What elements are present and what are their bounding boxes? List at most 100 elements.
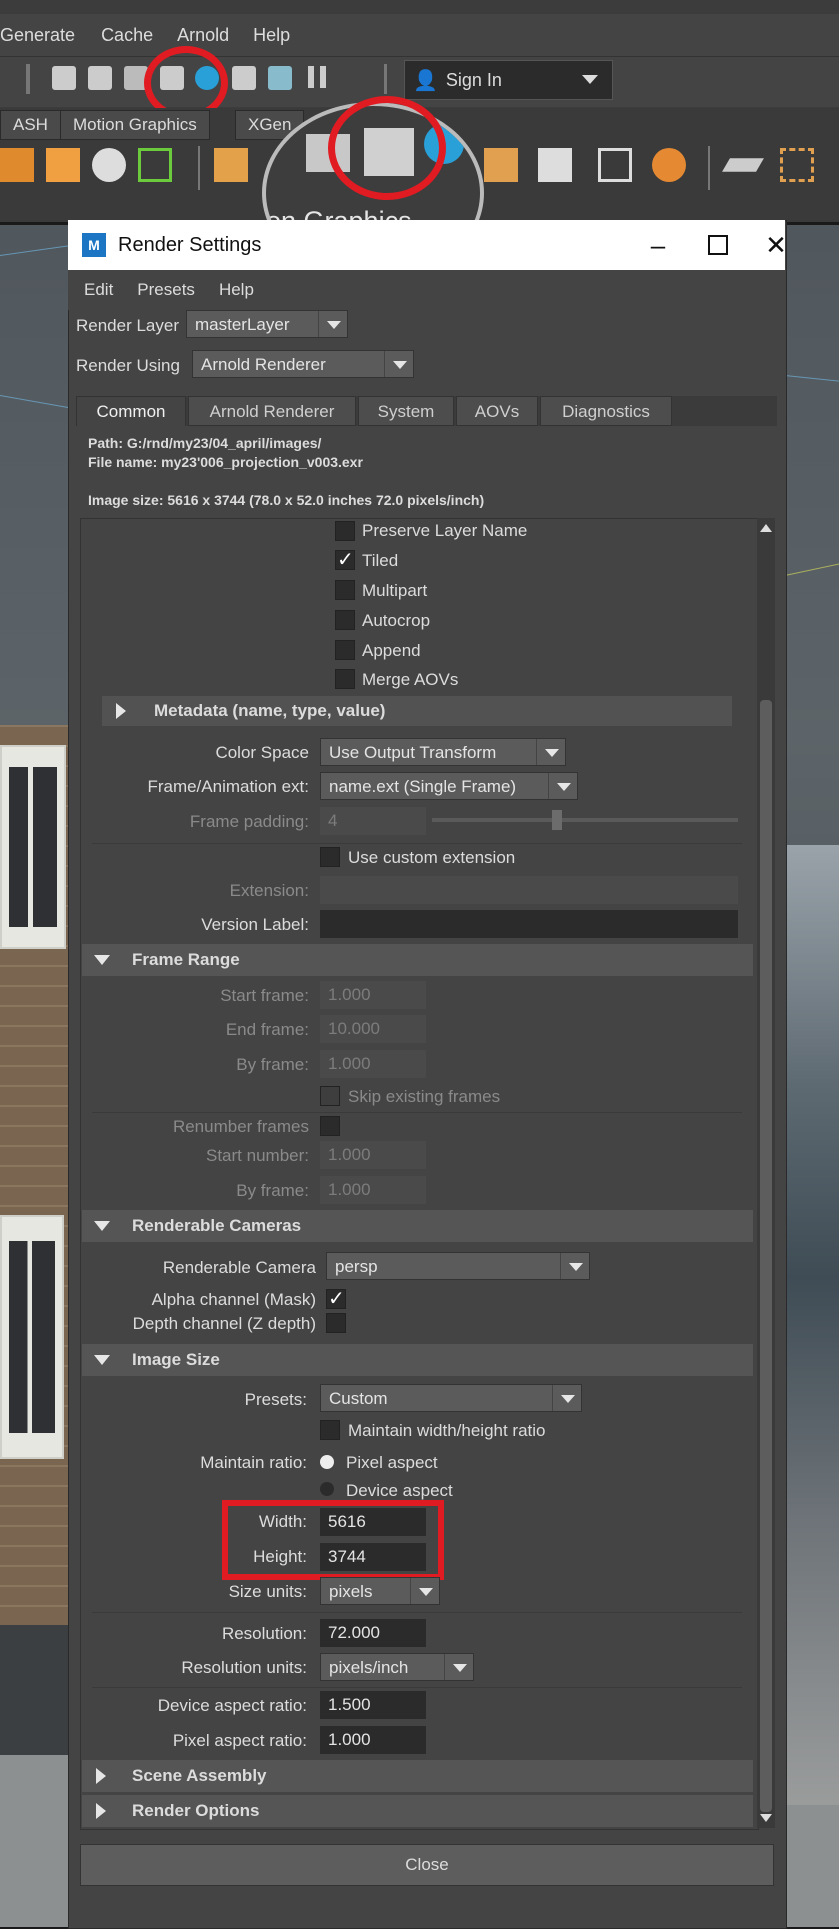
shelf-sphere-icon[interactable] xyxy=(652,148,686,182)
shelf-cube-icon[interactable] xyxy=(214,148,248,182)
shelf-crop-icon[interactable] xyxy=(780,148,814,182)
menu-help-dialog[interactable]: Help xyxy=(219,280,254,300)
maximize-icon xyxy=(708,235,728,255)
merge-aovs-checkbox[interactable] xyxy=(335,669,355,689)
maximize-button[interactable] xyxy=(688,220,748,270)
merge-aovs-label: Merge AOVs xyxy=(362,670,459,689)
maya-logo-icon: M xyxy=(82,233,106,257)
frame-ext-dropdown[interactable]: name.ext (Single Frame) xyxy=(320,772,578,800)
multipart-checkbox[interactable] xyxy=(335,580,355,600)
user-icon: 👤 xyxy=(413,69,438,92)
render-layer-dropdown[interactable]: masterLayer xyxy=(186,310,348,338)
image-size-section-header[interactable]: Image Size xyxy=(82,1344,753,1376)
menu-arnold[interactable]: Arnold xyxy=(177,25,229,46)
close-button[interactable]: Close xyxy=(80,1844,774,1886)
metadata-section-header[interactable]: Metadata (name, type, value) xyxy=(102,696,732,726)
renderable-camera-value: persp xyxy=(335,1257,378,1276)
renderable-cameras-section-header[interactable]: Renderable Cameras xyxy=(82,1210,753,1242)
autocrop-checkbox[interactable] xyxy=(335,610,355,630)
start-number-field[interactable]: 1.000 xyxy=(320,1141,426,1169)
append-checkbox[interactable] xyxy=(335,640,355,660)
menu-edit[interactable]: Edit xyxy=(84,280,113,300)
divider xyxy=(92,843,742,844)
alpha-channel-checkbox[interactable] xyxy=(326,1286,346,1311)
renumber-frames-checkbox[interactable] xyxy=(320,1116,340,1136)
render-layer-label: Render Layer xyxy=(76,316,180,335)
use-custom-extension-checkbox[interactable] xyxy=(320,847,340,867)
tab-arnold-renderer[interactable]: Arnold Renderer xyxy=(188,396,356,426)
renderable-camera-dropdown[interactable]: persp xyxy=(326,1252,590,1280)
device-aspect-radio[interactable] xyxy=(320,1482,334,1496)
shelf-box-icon[interactable] xyxy=(484,148,518,182)
tab-common[interactable]: Common xyxy=(76,396,186,426)
toolbar-separator xyxy=(26,64,30,94)
pixel-aspect-label: Pixel aspect xyxy=(346,1453,438,1472)
pixel-aspect-radio[interactable] xyxy=(320,1455,334,1469)
renumber-frames-label: Renumber frames xyxy=(172,1117,309,1136)
end-frame-field[interactable]: 10.000 xyxy=(320,1015,426,1043)
tiled-checkbox[interactable] xyxy=(335,547,355,572)
minimize-button[interactable]: – xyxy=(628,220,688,270)
scene-assembly-section-header[interactable]: Scene Assembly xyxy=(82,1760,753,1792)
tab-aovs[interactable]: AOVs xyxy=(456,396,538,426)
shelf-tab-ash[interactable]: ASH xyxy=(0,110,61,140)
resolution-units-dropdown[interactable]: pixels/inch xyxy=(320,1653,474,1681)
scroll-up-arrow[interactable] xyxy=(760,524,772,532)
render-options-section-header[interactable]: Render Options xyxy=(82,1795,753,1827)
by-frame-2-field[interactable]: 1.000 xyxy=(320,1176,426,1204)
presets-dropdown[interactable]: Custom xyxy=(320,1384,582,1412)
render-view-icon[interactable] xyxy=(52,66,76,90)
shelf-plane-icon[interactable] xyxy=(538,148,572,182)
render-layer-value: masterLayer xyxy=(195,315,290,334)
dialog-titlebar[interactable]: M Render Settings – ✕ xyxy=(68,220,787,270)
divider xyxy=(92,1612,742,1613)
maintain-wh-ratio-checkbox[interactable] xyxy=(320,1420,340,1440)
sign-in-dropdown[interactable]: 👤 Sign In xyxy=(404,60,613,100)
shelf-frame-icon[interactable] xyxy=(598,148,632,182)
close-window-button[interactable]: ✕ xyxy=(746,220,806,270)
tab-diagnostics[interactable]: Diagnostics xyxy=(540,396,672,426)
alpha-channel-label: Alpha channel (Mask) xyxy=(151,1290,316,1309)
resolution-field[interactable]: 72.000 xyxy=(320,1619,426,1647)
skip-existing-frames-checkbox[interactable] xyxy=(320,1086,340,1106)
frame-range-title: Frame Range xyxy=(132,950,240,969)
by-frame-field[interactable]: 1.000 xyxy=(320,1050,426,1078)
device-aspect-ratio-field[interactable]: 1.500 xyxy=(320,1691,426,1719)
color-space-dropdown[interactable]: Use Output Transform xyxy=(320,738,566,766)
scroll-down-arrow[interactable] xyxy=(760,1814,772,1822)
landscape-right xyxy=(785,845,839,1805)
size-units-dropdown[interactable]: pixels xyxy=(320,1577,440,1605)
menu-cache[interactable]: Cache xyxy=(101,25,153,46)
start-frame-label: Start frame: xyxy=(220,986,309,1005)
shelf-bracket-icon[interactable] xyxy=(138,148,172,182)
shelf-grid-icon[interactable] xyxy=(46,148,80,182)
menu-generate[interactable]: Generate xyxy=(0,25,75,46)
triangle-down-icon xyxy=(94,955,110,965)
extension-field[interactable] xyxy=(320,876,738,904)
pixel-aspect-ratio-field[interactable]: 1.000 xyxy=(320,1726,426,1754)
resolution-units-value: pixels/inch xyxy=(329,1658,409,1677)
menu-presets[interactable]: Presets xyxy=(137,280,195,300)
render-frame-icon[interactable] xyxy=(88,66,112,90)
metadata-label: Metadata (name, type, value) xyxy=(154,701,386,720)
pause-icon[interactable] xyxy=(308,66,326,88)
arnold-icon[interactable] xyxy=(268,66,292,90)
frame-padding-slider-track[interactable] xyxy=(432,818,738,822)
shelf-rotate-icon[interactable] xyxy=(92,148,126,182)
triangle-down-icon xyxy=(94,1355,110,1365)
depth-channel-checkbox[interactable] xyxy=(326,1313,346,1333)
render-using-dropdown[interactable]: Arnold Renderer xyxy=(192,350,414,378)
shelf-grid-icon[interactable] xyxy=(0,148,34,182)
menu-help[interactable]: Help xyxy=(253,25,290,46)
tab-system[interactable]: System xyxy=(358,396,454,426)
shelf-tab-motion-graphics[interactable]: Motion Graphics xyxy=(60,110,210,140)
render-sequence-icon[interactable] xyxy=(232,66,256,90)
frame-range-section-header[interactable]: Frame Range xyxy=(82,944,753,976)
frame-padding-field[interactable]: 4 xyxy=(320,807,426,835)
frame-padding-slider-handle[interactable] xyxy=(552,810,562,830)
maintain-wh-ratio-label: Maintain width/height ratio xyxy=(348,1421,546,1440)
version-label-field[interactable] xyxy=(320,910,738,938)
start-frame-field[interactable]: 1.000 xyxy=(320,981,426,1009)
preserve-layer-name-checkbox[interactable] xyxy=(335,521,355,541)
scrollbar-thumb[interactable] xyxy=(760,700,772,1812)
